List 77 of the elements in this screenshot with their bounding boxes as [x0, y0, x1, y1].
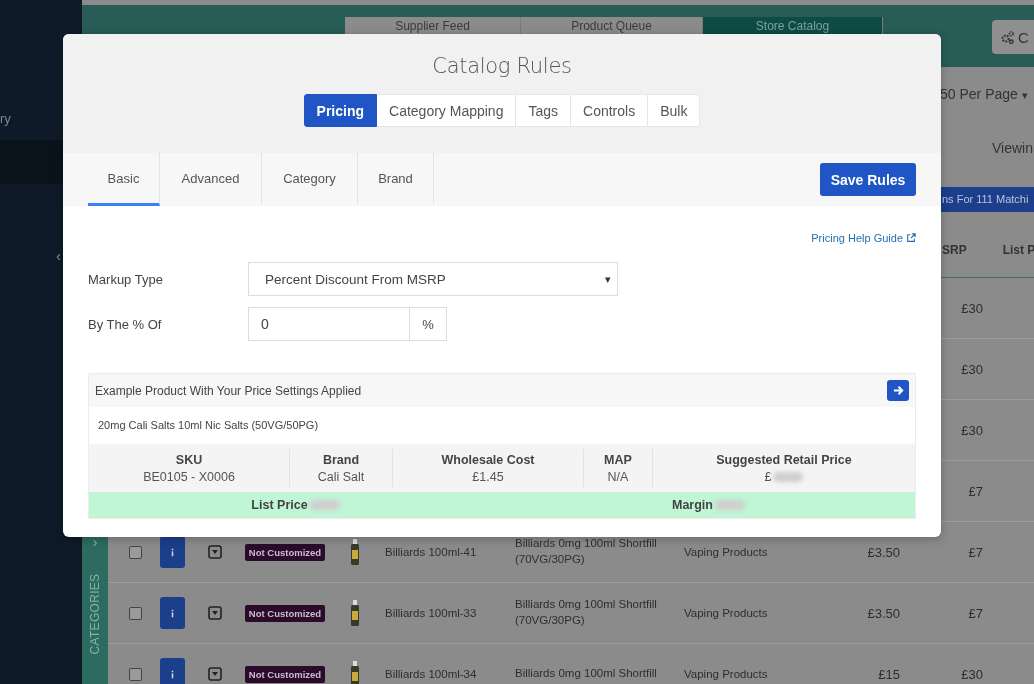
per-page-dropdown[interactable]: 50 Per Page ▾ [940, 85, 1028, 102]
column-header: MAP [604, 452, 632, 467]
table-cell: Cali Salt [317, 469, 365, 484]
msrp-cell: £30 [961, 300, 983, 316]
category-cell: Vaping Products [684, 668, 768, 680]
price-cell: £15 [878, 666, 900, 682]
column-header: List P [1002, 242, 1034, 257]
markup-type-select[interactable]: Percent Discount From MSRP ▾ [248, 262, 618, 296]
help-link[interactable]: Pricing Help Guide [811, 231, 916, 245]
column-header: Suggested Retail Price [716, 452, 852, 467]
percent-input[interactable]: 0 [248, 307, 410, 341]
msrp-cell: £30 [961, 422, 983, 438]
product-description: Billiards 0mg 100ml Shortfill (70VG/30PG) [515, 536, 658, 567]
arrow-right-icon [892, 385, 904, 396]
field-label: Markup Type [88, 271, 164, 287]
rules-tab[interactable]: Pricing [303, 94, 378, 127]
category-cell: Vaping Products [684, 546, 768, 558]
save-rules-button[interactable]: Save Rules [820, 163, 916, 196]
table-cell: £ [764, 469, 804, 484]
info-icon [171, 608, 174, 618]
rules-tab[interactable]: Tags [516, 94, 572, 127]
section-tab[interactable]: Basic [88, 153, 160, 206]
product-description: Billiards 0mg 100ml Shortfill (70VG/30PG) [515, 597, 658, 628]
section-tab[interactable]: Brand [358, 153, 434, 206]
section-tab[interactable]: Advanced [160, 153, 262, 206]
table-cell: BE0105 - X0006 [143, 469, 235, 484]
product-name: 20mg Cali Salts 10ml Nic Salts (50VG/50PG) [97, 418, 320, 433]
expand-icon[interactable] [208, 667, 222, 681]
info-icon [171, 547, 174, 557]
column-header: Wholesale Cost [441, 452, 535, 467]
msrp-cell: £30 [961, 666, 983, 682]
field-label: By The % Of [88, 316, 163, 332]
expand-icon[interactable] [208, 545, 222, 559]
external-link-icon [906, 233, 916, 243]
msrp-cell: £7 [968, 544, 983, 560]
match-bar: ns For 111 Matchi [941, 187, 1034, 212]
rules-tab[interactable]: Controls [571, 94, 649, 127]
section-tab[interactable]: Category [262, 153, 358, 206]
percent-addon: % [410, 307, 447, 341]
summary-label: List Price [251, 498, 340, 512]
row-checkbox[interactable] [128, 667, 142, 681]
bottle-icon [350, 661, 360, 684]
table-cell: N/A [607, 469, 629, 484]
status-badge: Not Customized [244, 543, 326, 561]
price-cell: £3.50 [867, 605, 900, 621]
summary-label: Margin [672, 498, 745, 512]
product-name: Billiards 100ml-34 [385, 668, 477, 680]
row-checkbox[interactable] [128, 606, 142, 620]
category-cell: Vaping Products [684, 607, 768, 619]
product-name: Billiards 100ml-41 [385, 546, 477, 558]
column-header: SKU [175, 452, 203, 467]
table-cell: £1.45 [472, 469, 504, 484]
next-button[interactable] [887, 380, 909, 401]
row-checkbox[interactable] [128, 545, 142, 559]
status-badge: Not Customized [244, 604, 326, 622]
msrp-cell: £30 [961, 361, 983, 377]
viewing-text: Viewin [992, 139, 1033, 156]
msrp-cell: £7 [968, 605, 983, 621]
bottle-icon [350, 539, 360, 565]
dialog-title: Catalog Rules [432, 54, 572, 78]
status-badge: Not Customized [244, 665, 326, 683]
product-description: Billiards 0mg 100ml Shortfill [515, 666, 657, 682]
bottle-icon [350, 600, 360, 626]
product-name: Billiards 100ml-33 [385, 607, 477, 619]
panel-title: Example Product With Your Price Settings Applied [95, 383, 362, 398]
column-header: Brand [322, 452, 360, 467]
rules-tab[interactable]: Bulk [648, 94, 701, 127]
info-icon [171, 669, 174, 679]
options-button[interactable]: C [992, 20, 1034, 54]
rules-tab[interactable]: Category Mapping [377, 94, 517, 127]
info-button[interactable] [160, 536, 185, 568]
collapse-toggle[interactable]: ‹ [56, 247, 61, 264]
msrp-cell: £7 [968, 483, 983, 499]
expand-icon[interactable] [208, 606, 222, 620]
price-cell: £3.50 [867, 544, 900, 560]
gears-icon [1000, 29, 1015, 45]
column-header: SRP [942, 242, 967, 257]
